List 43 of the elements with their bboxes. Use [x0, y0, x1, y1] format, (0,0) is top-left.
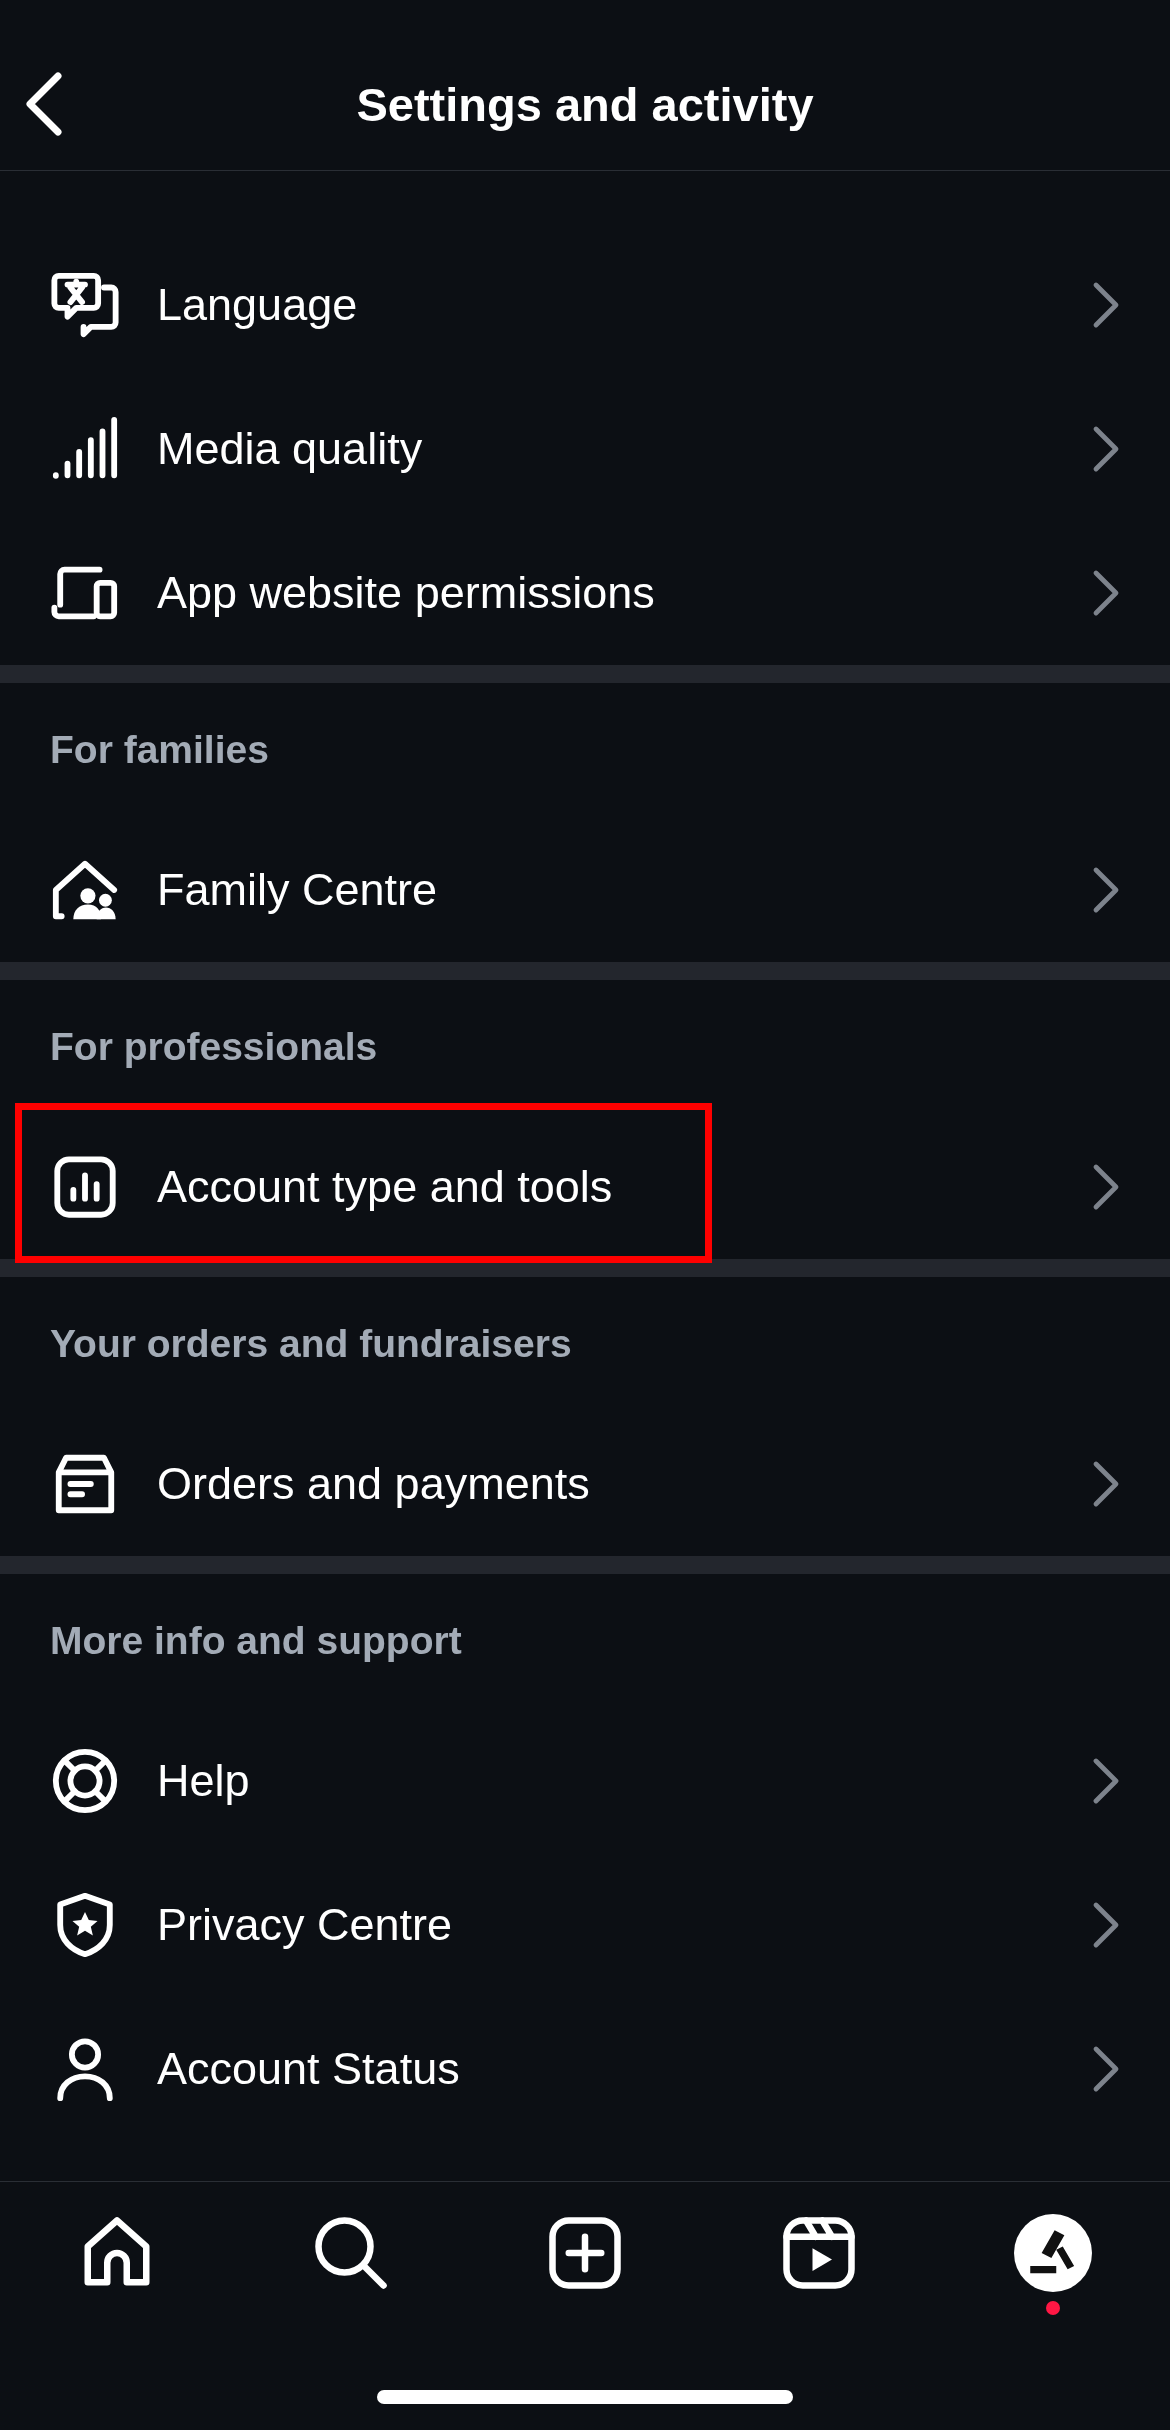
row-label: Help	[157, 1754, 250, 1809]
nav-tab[interactable]	[546, 2214, 624, 2292]
settings-row[interactable]: Account Status	[0, 1997, 1170, 2141]
chevron-icon	[1092, 281, 1120, 329]
settings-row[interactable]: Account type and tools	[0, 1115, 1170, 1259]
chevron-icon	[1092, 1757, 1120, 1805]
settings-row[interactable]: Orders and payments	[0, 1412, 1170, 1556]
nav-tab[interactable]	[1014, 2214, 1092, 2292]
chevron-icon	[1092, 425, 1120, 473]
row-label: Media quality	[157, 422, 423, 477]
row-label: App website permissions	[157, 566, 655, 621]
row-label: Account Status	[157, 2042, 460, 2097]
nav-tab[interactable]	[780, 2214, 858, 2292]
search-icon	[312, 2214, 390, 2292]
chevron-icon	[1092, 1163, 1120, 1211]
section-heading: More info and support	[50, 1618, 462, 1665]
avatar-icon	[1014, 2214, 1092, 2292]
back-button[interactable]	[24, 72, 64, 136]
new-post-icon	[546, 2214, 624, 2292]
section-heading: For professionals	[50, 1024, 378, 1071]
row-label: Account type and tools	[157, 1160, 613, 1215]
settings-row[interactable]: Family Centre	[0, 818, 1170, 962]
video-clip-icon	[780, 2214, 858, 2292]
settings-row[interactable]: Media quality	[0, 377, 1170, 521]
row-label: Orders and payments	[157, 1457, 590, 1512]
section-heading: Your orders and fundraisers	[50, 1321, 572, 1368]
row-label: Family Centre	[157, 863, 438, 918]
chevron-icon	[1092, 569, 1120, 617]
chevron-icon	[1092, 2045, 1120, 2093]
row-label: Privacy Centre	[157, 1898, 453, 1953]
chevron-icon	[1092, 1901, 1120, 1949]
settings-row[interactable]: App website permissions	[0, 521, 1170, 665]
nav-tab[interactable]	[312, 2214, 390, 2292]
chevron-icon	[1092, 866, 1120, 914]
settings-row[interactable]: Help	[0, 1709, 1170, 1853]
settings-row[interactable]: Language	[0, 233, 1170, 377]
section-heading: For families	[50, 727, 269, 774]
lifebuoy-icon	[50, 1746, 120, 1816]
chevron-icon	[1092, 1460, 1120, 1508]
speech-bubbles-icon	[50, 270, 120, 340]
page-title: Settings and activity	[356, 76, 814, 133]
row-label: Language	[157, 278, 358, 333]
settings-row[interactable]: Privacy Centre	[0, 1853, 1170, 1997]
